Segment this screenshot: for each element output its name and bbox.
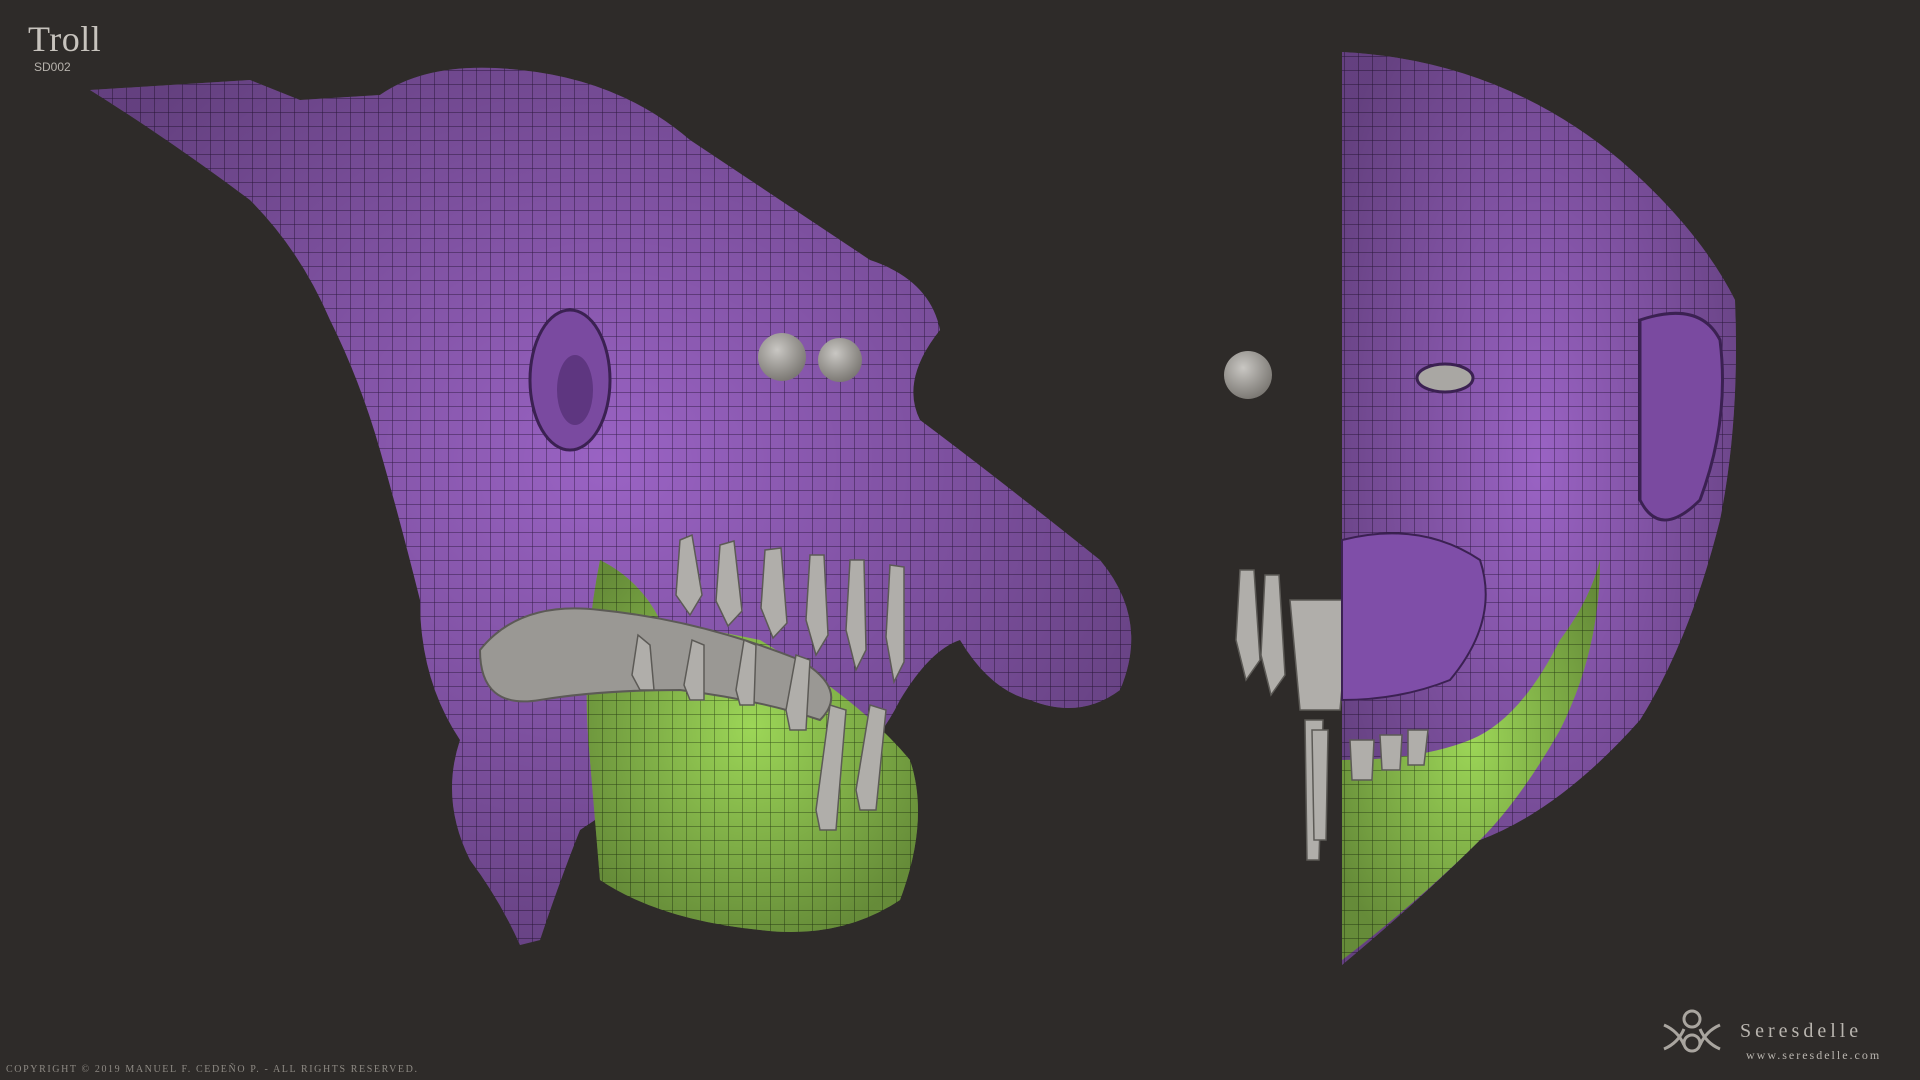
center-teeth — [1235, 569, 1351, 861]
brand-url: www.seresdelle.com — [1746, 1048, 1882, 1062]
troll-side-view — [90, 67, 1132, 946]
troll-render-artwork — [90, 52, 1736, 1053]
copyright-notice: COPYRIGHT © 2019 MANUEL F. CEDEÑO P. - A… — [6, 1064, 419, 1075]
floating-eye-sphere — [1224, 351, 1272, 399]
brand-name: Seresdelle — [1740, 1020, 1863, 1042]
troll-front-half-view — [1341, 52, 1736, 965]
seresdelle-flower-logo — [1663, 1009, 1721, 1053]
